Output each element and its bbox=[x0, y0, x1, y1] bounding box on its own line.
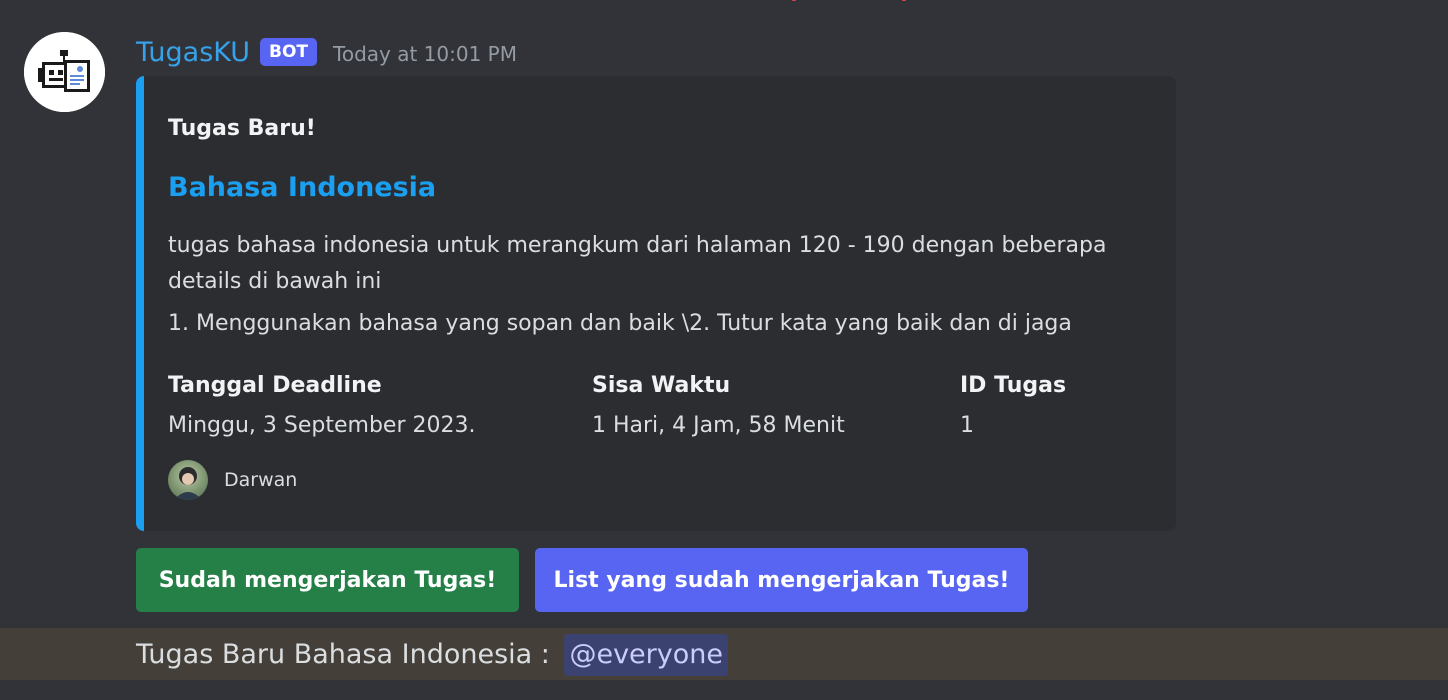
description-text: tugas bahasa indonesia untuk merangkum d… bbox=[168, 233, 1107, 294]
field-name: Sisa Waktu bbox=[592, 373, 731, 398]
task-embed: Tugas Baru! Bahasa Indonesia tugas bahas… bbox=[136, 76, 1176, 531]
field-deadline: Tanggal Deadline Minggu, 3 September 202… bbox=[168, 368, 475, 444]
everyone-mention[interactable]: @everyone bbox=[564, 634, 728, 676]
mention-message: Tugas Baru Bahasa Indonesia : @everyone bbox=[0, 628, 1448, 680]
field-value: Minggu, 3 September 2023. bbox=[168, 413, 476, 438]
bot-avatar[interactable] bbox=[24, 32, 105, 112]
field-name: ID Tugas bbox=[960, 373, 1067, 398]
mention-message-text: Tugas Baru Bahasa Indonesia : bbox=[136, 639, 550, 670]
description-item: 1. Menggunakan bahasa yang sopan dan bai… bbox=[168, 311, 1072, 336]
mark-done-button[interactable]: Sudah mengerjakan Tugas! bbox=[136, 548, 519, 612]
bot-username[interactable]: TugasKU bbox=[136, 37, 250, 68]
footer-avatar bbox=[168, 460, 208, 500]
embed-author: Tugas Baru! bbox=[168, 116, 316, 141]
field-name: Tanggal Deadline bbox=[168, 373, 382, 398]
bot-message: TugasKU BOT Today at 10:01 PM Tugas Baru… bbox=[0, 0, 1448, 700]
embed-description: tugas bahasa indonesia untuk merangkum d… bbox=[168, 228, 1128, 342]
footer-text: Darwan bbox=[224, 469, 298, 491]
bot-tag: BOT bbox=[260, 38, 318, 66]
mention-message-content: Tugas Baru Bahasa Indonesia : @everyone bbox=[136, 634, 728, 676]
field-task-id: ID Tugas 1 bbox=[960, 368, 1066, 444]
user-avatar-icon bbox=[168, 460, 208, 500]
embed-accent-bar bbox=[136, 76, 144, 531]
list-completed-button[interactable]: List yang sudah mengerjakan Tugas! bbox=[535, 548, 1028, 612]
field-remaining-time: Sisa Waktu 1 Hari, 4 Jam, 58 Menit bbox=[592, 368, 845, 444]
embed-title[interactable]: Bahasa Indonesia bbox=[168, 172, 436, 203]
message-header: TugasKU BOT Today at 10:01 PM bbox=[136, 32, 517, 72]
robot-document-icon bbox=[24, 32, 105, 112]
field-value: 1 Hari, 4 Jam, 58 Menit bbox=[592, 413, 845, 438]
embed-footer: Darwan bbox=[168, 460, 297, 500]
field-value: 1 bbox=[960, 413, 974, 438]
message-timestamp[interactable]: Today at 10:01 PM bbox=[333, 42, 517, 66]
